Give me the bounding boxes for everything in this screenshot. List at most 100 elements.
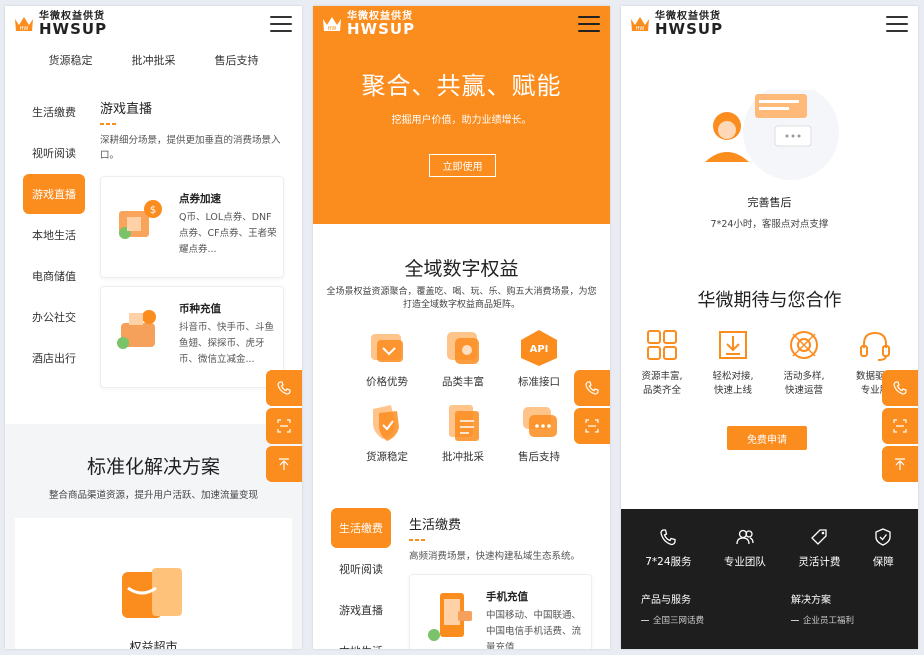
phone-icon bbox=[585, 381, 599, 395]
section-sub: 全场景权益资源聚合，覆盖吃、喝、玩、乐、购五大消费场景，为您打造全域数字权益商品… bbox=[326, 287, 597, 310]
card-title: 点券加速 bbox=[179, 193, 221, 205]
menu-icon[interactable] bbox=[578, 16, 600, 32]
support-illustration-icon bbox=[695, 84, 845, 190]
scan-button[interactable] bbox=[882, 408, 918, 444]
title-underline bbox=[409, 539, 599, 541]
target-icon bbox=[790, 331, 818, 359]
logo[interactable]: HW 华微权益供货 HWSUP bbox=[321, 11, 415, 37]
life-desc: 高频消费场景，快速构建私域生态系统。 bbox=[409, 551, 581, 562]
float-bar bbox=[882, 370, 918, 482]
section-title: 游戏直播 bbox=[100, 102, 153, 117]
feature-sublinks: 货源稳定 批冲批采 售后支持 bbox=[5, 52, 302, 68]
tab-life-payment[interactable]: 生活缴费 bbox=[331, 508, 391, 548]
footer-col-head: 解决方案 bbox=[791, 595, 831, 606]
panel-home: HW 华微权益供货 HWSUP 聚合、共赢、赋能 挖掘用户价值，助力业绩增长。 立… bbox=[313, 6, 610, 649]
feature-label: 批冲批采 bbox=[442, 451, 484, 463]
tab-audio-video[interactable]: 视听阅读 bbox=[23, 133, 85, 173]
header: HW 华微权益供货 HWSUP bbox=[313, 6, 610, 42]
footer-col-solutions: 解决方案 企业员工福利 bbox=[791, 591, 854, 626]
tab-local-life[interactable]: 本地生活 bbox=[23, 215, 85, 255]
scan-button[interactable] bbox=[266, 408, 302, 444]
card-desc: 抖音币、快手币、斗鱼鱼翅、探探币、虎牙币、微信立减金... bbox=[179, 322, 275, 365]
footer-icon-item[interactable]: 7*24服务 bbox=[645, 527, 692, 569]
footer-icon-label: 灵活计费 bbox=[798, 556, 841, 568]
logo-en: HWSUP bbox=[655, 19, 724, 38]
svg-text:HW: HW bbox=[20, 26, 29, 32]
tab-audio-video[interactable]: 视听阅读 bbox=[331, 549, 391, 589]
solution-title: 标准化解决方案 bbox=[86, 456, 220, 478]
hero-title: 聚合、共赢、赋能 bbox=[361, 72, 562, 100]
menu-icon[interactable] bbox=[886, 16, 908, 32]
phone-icon bbox=[277, 381, 291, 395]
crown-logo-icon: HW bbox=[13, 13, 35, 35]
team-icon bbox=[736, 529, 754, 545]
solution-item-title: 权益超市 bbox=[129, 640, 178, 649]
tab-life-payment[interactable]: 生活缴费 bbox=[23, 92, 85, 132]
footer-columns: 产品与服务 全国三网话费 解决方案 企业员工福利 bbox=[621, 569, 918, 626]
footer-icon-item[interactable]: 专业团队 bbox=[724, 527, 766, 569]
footer-link[interactable]: 企业员工福利 bbox=[791, 614, 854, 626]
float-bar bbox=[574, 370, 610, 444]
section-title: 全域数字权益 bbox=[404, 258, 519, 280]
card-desc: 中国移动、中国联通、中国电信手机话费、流量充值 bbox=[486, 610, 582, 649]
coop-line2: 品类齐全 bbox=[642, 385, 681, 396]
tab-local-life[interactable]: 本地生活 bbox=[331, 631, 391, 649]
category-tabs: 生活缴费 视听阅读 游戏直播 本地生活 电商储值 办公社交 酒店出行 bbox=[23, 92, 85, 379]
tab-ecommerce[interactable]: 电商储值 bbox=[23, 256, 85, 296]
back-to-top-button[interactable] bbox=[882, 446, 918, 482]
feature-item: 货源稳定 bbox=[349, 403, 425, 464]
coin-illustration-icon: $ bbox=[115, 197, 167, 245]
tab-game-live[interactable]: 游戏直播 bbox=[331, 590, 391, 630]
sublink: 售后支持 bbox=[214, 54, 259, 67]
solution-section: 标准化解决方案 整合商品渠道资源，提升用户活跃、加速流量变现 权益超市 bbox=[5, 424, 302, 649]
batch-icon bbox=[449, 405, 479, 441]
coop-line1: 活动多样, bbox=[783, 371, 825, 382]
life-title: 生活缴费 bbox=[409, 518, 462, 533]
phone-illustration-icon bbox=[426, 591, 476, 643]
service-title: 完善售后 bbox=[747, 196, 792, 209]
coop-title: 华微期待与您合作 bbox=[697, 290, 842, 311]
title-underline bbox=[100, 123, 284, 125]
footer-icon-item[interactable]: 保障 bbox=[873, 527, 894, 569]
tab-hotel-travel[interactable]: 酒店出行 bbox=[23, 338, 85, 378]
section-desc: 深耕细分场景，提供更加垂直的消费场景入口。 bbox=[100, 135, 281, 161]
solution-card[interactable]: 权益超市 bbox=[15, 518, 292, 649]
footer-icon-label: 保障 bbox=[872, 556, 894, 568]
use-now-button[interactable]: 立即使用 bbox=[429, 154, 496, 177]
panel-game-live: HW 华微权益供货 HWSUP 货源稳定 批冲批采 售后支持 生活缴费 视听阅读 … bbox=[5, 6, 302, 649]
menu-icon[interactable] bbox=[270, 16, 292, 32]
feature-item: 批冲批采 bbox=[425, 403, 501, 464]
tab-game-live[interactable]: 游戏直播 bbox=[23, 174, 85, 214]
headset-icon bbox=[860, 331, 890, 361]
card-mobile-topup[interactable]: 手机充值 中国移动、中国联通、中国电信手机话费、流量充值 bbox=[409, 574, 592, 649]
card-point-boost[interactable]: $ 点券加速 Q币、LOL点券、DNF点券、CF点券、王者荣耀点券... bbox=[100, 176, 284, 278]
back-to-top-button[interactable] bbox=[266, 446, 302, 482]
life-section: 生活缴费 高频消费场景，快速构建私域生态系统。 bbox=[409, 514, 599, 564]
footer-icon-item[interactable]: 灵活计费 bbox=[798, 527, 840, 569]
solution-sub: 整合商品渠道资源，提升用户活跃、加速流量变现 bbox=[48, 490, 258, 501]
free-apply-button[interactable]: 免费申请 bbox=[727, 426, 807, 450]
tab-office-social[interactable]: 办公社交 bbox=[23, 297, 85, 337]
logo-en: HWSUP bbox=[39, 19, 108, 38]
footer-icon-label: 专业团队 bbox=[723, 556, 766, 568]
phone-button[interactable] bbox=[882, 370, 918, 406]
chat-support-icon bbox=[523, 407, 557, 437]
category-icon bbox=[447, 332, 479, 364]
grid-apps-icon bbox=[647, 330, 677, 360]
sublink: 货源稳定 bbox=[48, 54, 93, 67]
scan-button[interactable] bbox=[574, 408, 610, 444]
price-icon bbox=[371, 334, 403, 362]
card-currency-topup[interactable]: 币种充值 抖音币、快手币、斗鱼鱼翅、探探币、虎牙币、微信立减金... bbox=[100, 286, 284, 388]
logo[interactable]: HW 华微权益供货 HWSUP bbox=[629, 11, 724, 38]
footer-icons: 7*24服务 专业团队 灵活计费 保障 bbox=[621, 509, 918, 569]
svg-text:API: API bbox=[530, 344, 549, 355]
phone-button[interactable] bbox=[266, 370, 302, 406]
logo[interactable]: HW 华微权益供货 HWSUP bbox=[13, 11, 108, 38]
float-bar bbox=[266, 370, 302, 482]
phone-button[interactable] bbox=[574, 370, 610, 406]
arrow-up-icon bbox=[279, 458, 289, 470]
feature-label: 标准接口 bbox=[518, 376, 560, 388]
footer-link[interactable]: 全国三网话费 bbox=[641, 614, 751, 626]
coop-grid: 资源丰富, 品类齐全 轻松对接, 快速上线 活动多样, 快速运营 数据驱动 专业服 bbox=[633, 328, 904, 398]
card-title: 币种充值 bbox=[179, 303, 221, 315]
